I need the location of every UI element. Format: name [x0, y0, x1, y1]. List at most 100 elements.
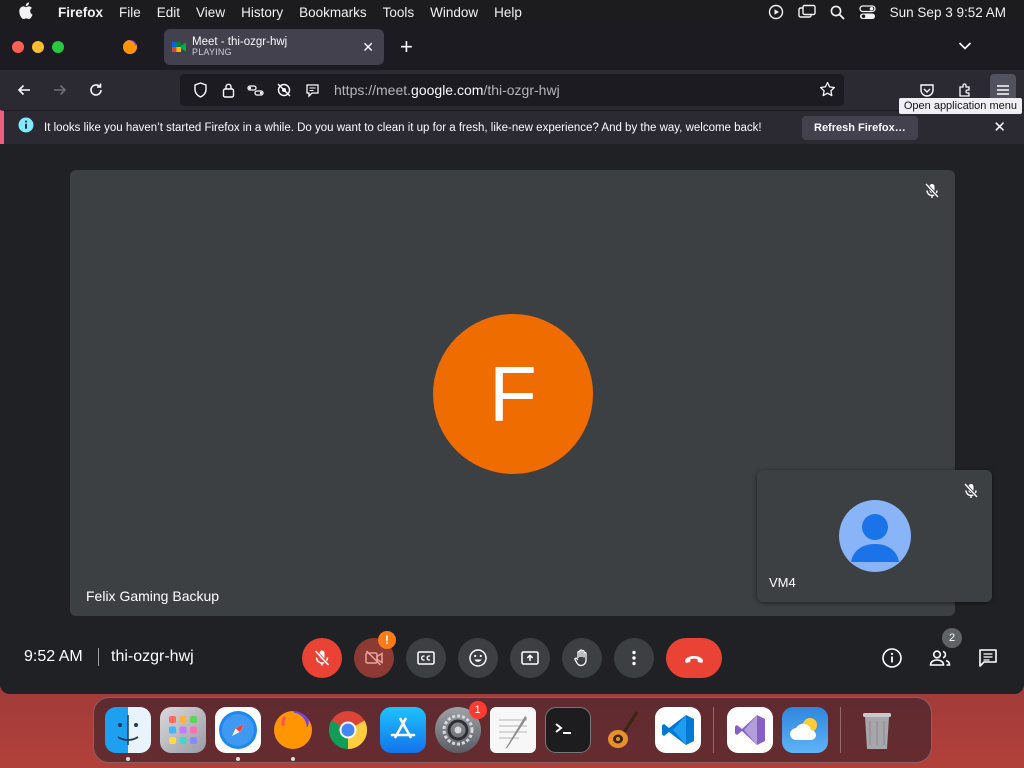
visual-studio-icon[interactable] — [726, 707, 773, 753]
camera-blocked-icon[interactable] — [272, 82, 296, 98]
puzzle-extensions-icon — [959, 83, 970, 97]
mic-off-icon — [314, 649, 330, 667]
new-tab-button[interactable]: + — [400, 36, 413, 58]
menu-bookmarks[interactable]: Bookmarks — [291, 5, 375, 20]
tab-meet[interactable]: Meet - thi-ozgr-hwj PLAYING ✕ — [164, 29, 384, 65]
reactions-button[interactable] — [458, 638, 498, 678]
screen-mirroring-icon[interactable] — [797, 4, 816, 20]
people-button[interactable] — [920, 638, 960, 678]
more-vertical-icon — [632, 650, 636, 666]
vscode-icon[interactable] — [654, 707, 701, 753]
url-domain: google.com — [411, 82, 484, 98]
chrome-icon[interactable] — [325, 707, 371, 753]
self-muted-mic-icon — [962, 482, 980, 505]
url-text[interactable]: https://meet.google.com/thi-ozgr-hwj — [334, 82, 560, 98]
weather-icon[interactable] — [781, 707, 828, 753]
settings-notification-badge: 1 — [468, 701, 487, 719]
default-user-avatar-icon — [839, 500, 911, 572]
spotlight-search-icon[interactable] — [830, 5, 845, 20]
notification-close-icon[interactable]: ✕ — [993, 118, 1006, 136]
hang-up-phone-icon — [685, 656, 703, 663]
leave-call-button[interactable] — [666, 638, 722, 678]
dock-separator — [713, 707, 714, 753]
participant-name: Felix Gaming Backup — [86, 588, 220, 604]
fullscreen-window-button[interactable] — [52, 41, 64, 53]
meeting-clock: 9:52 AM — [24, 648, 83, 665]
pinned-tab-firefox[interactable] — [110, 30, 150, 64]
menu-help[interactable]: Help — [486, 5, 530, 20]
safari-icon[interactable] — [214, 707, 261, 761]
secure-lock-icon[interactable] — [216, 82, 240, 98]
terminal-icon[interactable] — [544, 707, 591, 753]
app-store-icon[interactable] — [379, 707, 426, 753]
close-window-button[interactable] — [12, 41, 24, 53]
tracking-protection-shield-icon[interactable] — [188, 82, 212, 98]
textedit-icon[interactable] — [489, 707, 536, 753]
tab-close-icon[interactable]: ✕ — [362, 39, 374, 56]
hamburger-menu-icon — [997, 85, 1009, 95]
menu-tools[interactable]: Tools — [375, 5, 423, 20]
forward-button[interactable] — [42, 82, 78, 98]
participant-avatar: F — [433, 314, 593, 474]
firefox-dock-icon[interactable] — [270, 707, 316, 761]
menu-edit[interactable]: Edit — [149, 5, 188, 20]
menu-file[interactable]: File — [111, 5, 149, 20]
running-indicator — [290, 757, 295, 761]
emoji-smile-icon — [469, 649, 487, 667]
muted-mic-icon — [923, 182, 941, 205]
macos-dock: 1 — [93, 697, 932, 763]
chat-bubble-icon — [979, 649, 997, 667]
notification-message: It looks like you haven’t started Firefo… — [44, 121, 762, 134]
garageband-icon[interactable] — [600, 707, 646, 753]
finder-icon[interactable] — [104, 707, 151, 761]
people-icon — [929, 650, 951, 666]
bookmark-star-icon[interactable] — [819, 81, 836, 103]
back-button[interactable] — [6, 82, 42, 98]
window-controls — [12, 41, 64, 53]
permissions-toggle-icon[interactable] — [244, 83, 268, 97]
minimize-window-button[interactable] — [32, 41, 44, 53]
meet-stage: F Felix Gaming Backup VM4 9:52 AM thi-oz… — [0, 170, 1024, 694]
raise-hand-button[interactable] — [562, 638, 602, 678]
raise-hand-icon — [574, 649, 587, 667]
more-options-button[interactable] — [614, 638, 654, 678]
google-meet-favicon-icon — [172, 42, 186, 52]
present-screen-icon — [521, 651, 539, 665]
address-bar[interactable]: https://meet.google.com/thi-ozgr-hwj — [180, 74, 844, 106]
menu-clock[interactable]: Sun Sep 3 9:52 AM — [890, 5, 1006, 20]
application-menu-tooltip: Open application menu — [898, 98, 1022, 114]
info-icon — [18, 117, 34, 138]
divider — [98, 648, 99, 666]
trash-icon[interactable] — [854, 707, 900, 753]
meeting-details-button[interactable] — [872, 638, 912, 678]
camera-warning-badge: ! — [378, 631, 396, 649]
menu-window[interactable]: Window — [422, 5, 486, 20]
menu-history[interactable]: History — [233, 5, 291, 20]
apple-logo-icon[interactable] — [18, 2, 38, 22]
menu-view[interactable]: View — [188, 5, 233, 20]
launchpad-icon[interactable] — [159, 707, 206, 753]
forward-arrow-icon — [54, 84, 67, 96]
chat-button[interactable] — [968, 638, 1008, 678]
meeting-controls-bar: 9:52 AM thi-ozgr-hwj ! 2 — [0, 628, 1024, 688]
microphone-toggle-button[interactable] — [302, 638, 342, 678]
now-playing-icon[interactable] — [768, 4, 784, 20]
reload-button[interactable] — [78, 82, 114, 98]
camera-off-icon — [365, 650, 383, 666]
control-center-icon[interactable] — [859, 4, 876, 20]
navigation-toolbar: https://meet.google.com/thi-ozgr-hwj — [0, 70, 1024, 110]
firefox-window: Meet - thi-ozgr-hwj PLAYING ✕ + https://… — [0, 24, 1024, 694]
system-settings-icon[interactable]: 1 — [434, 701, 487, 753]
refresh-firefox-button[interactable]: Refresh Firefox… — [802, 116, 918, 140]
firefox-icon — [123, 40, 137, 54]
self-view-tile[interactable]: VM4 — [757, 470, 992, 602]
menu-app-name[interactable]: Firefox — [50, 5, 111, 20]
captions-button[interactable] — [406, 638, 446, 678]
back-arrow-icon — [17, 84, 30, 96]
running-indicator — [125, 757, 130, 761]
pocket-icon — [920, 83, 934, 97]
list-all-tabs-chevron-icon[interactable] — [958, 38, 972, 56]
reader-comment-icon[interactable] — [300, 83, 324, 98]
self-participant-name: VM4 — [769, 575, 796, 590]
present-screen-button[interactable] — [510, 638, 550, 678]
